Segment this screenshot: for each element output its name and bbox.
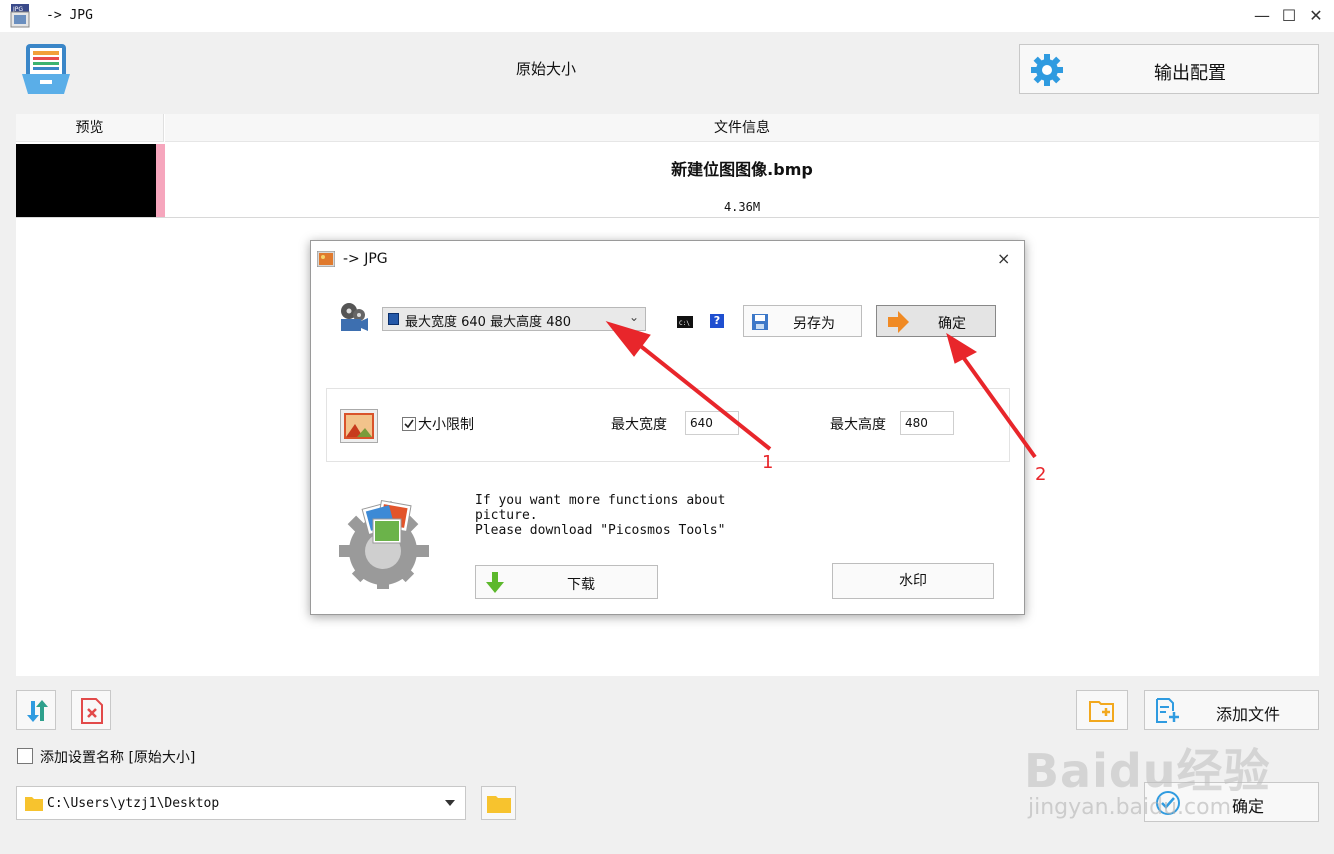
baidu-watermark-url: jingyan.baidu.com [1028,795,1232,820]
remove-file-button[interactable] [71,690,111,730]
add-folder-icon [1089,699,1117,727]
output-path-select[interactable]: C:\Users\ytzj1\Desktop [16,786,466,820]
output-path-value: C:\Users\ytzj1\Desktop [47,796,220,811]
browse-folder-button[interactable] [481,786,516,820]
sort-arrows-icon [25,699,49,727]
add-file-icon [1155,698,1181,728]
add-file-label: 添加文件 [1215,705,1280,724]
annotation-label-2: 2 [1035,464,1047,485]
sort-button[interactable] [16,690,56,730]
add-file-button[interactable]: 添加文件 [1144,690,1319,730]
add-name-checkbox[interactable] [17,748,33,764]
folder-icon [487,793,511,817]
annotation-arrow-2-head [946,332,978,364]
annotation-arrow-1-line [626,334,772,451]
folder-icon [25,795,43,815]
annotation-arrows [605,321,1037,459]
baidu-watermark: Baidu经验 [1024,744,1271,798]
annotation-arrow-2-line [956,348,1037,459]
add-name-label: 添加设置名称 [原始大小] [40,750,196,766]
delete-file-icon [80,698,104,728]
chevron-down-icon [445,800,455,806]
add-folder-button[interactable] [1076,690,1128,730]
annotation-label-1: 1 [762,452,774,473]
